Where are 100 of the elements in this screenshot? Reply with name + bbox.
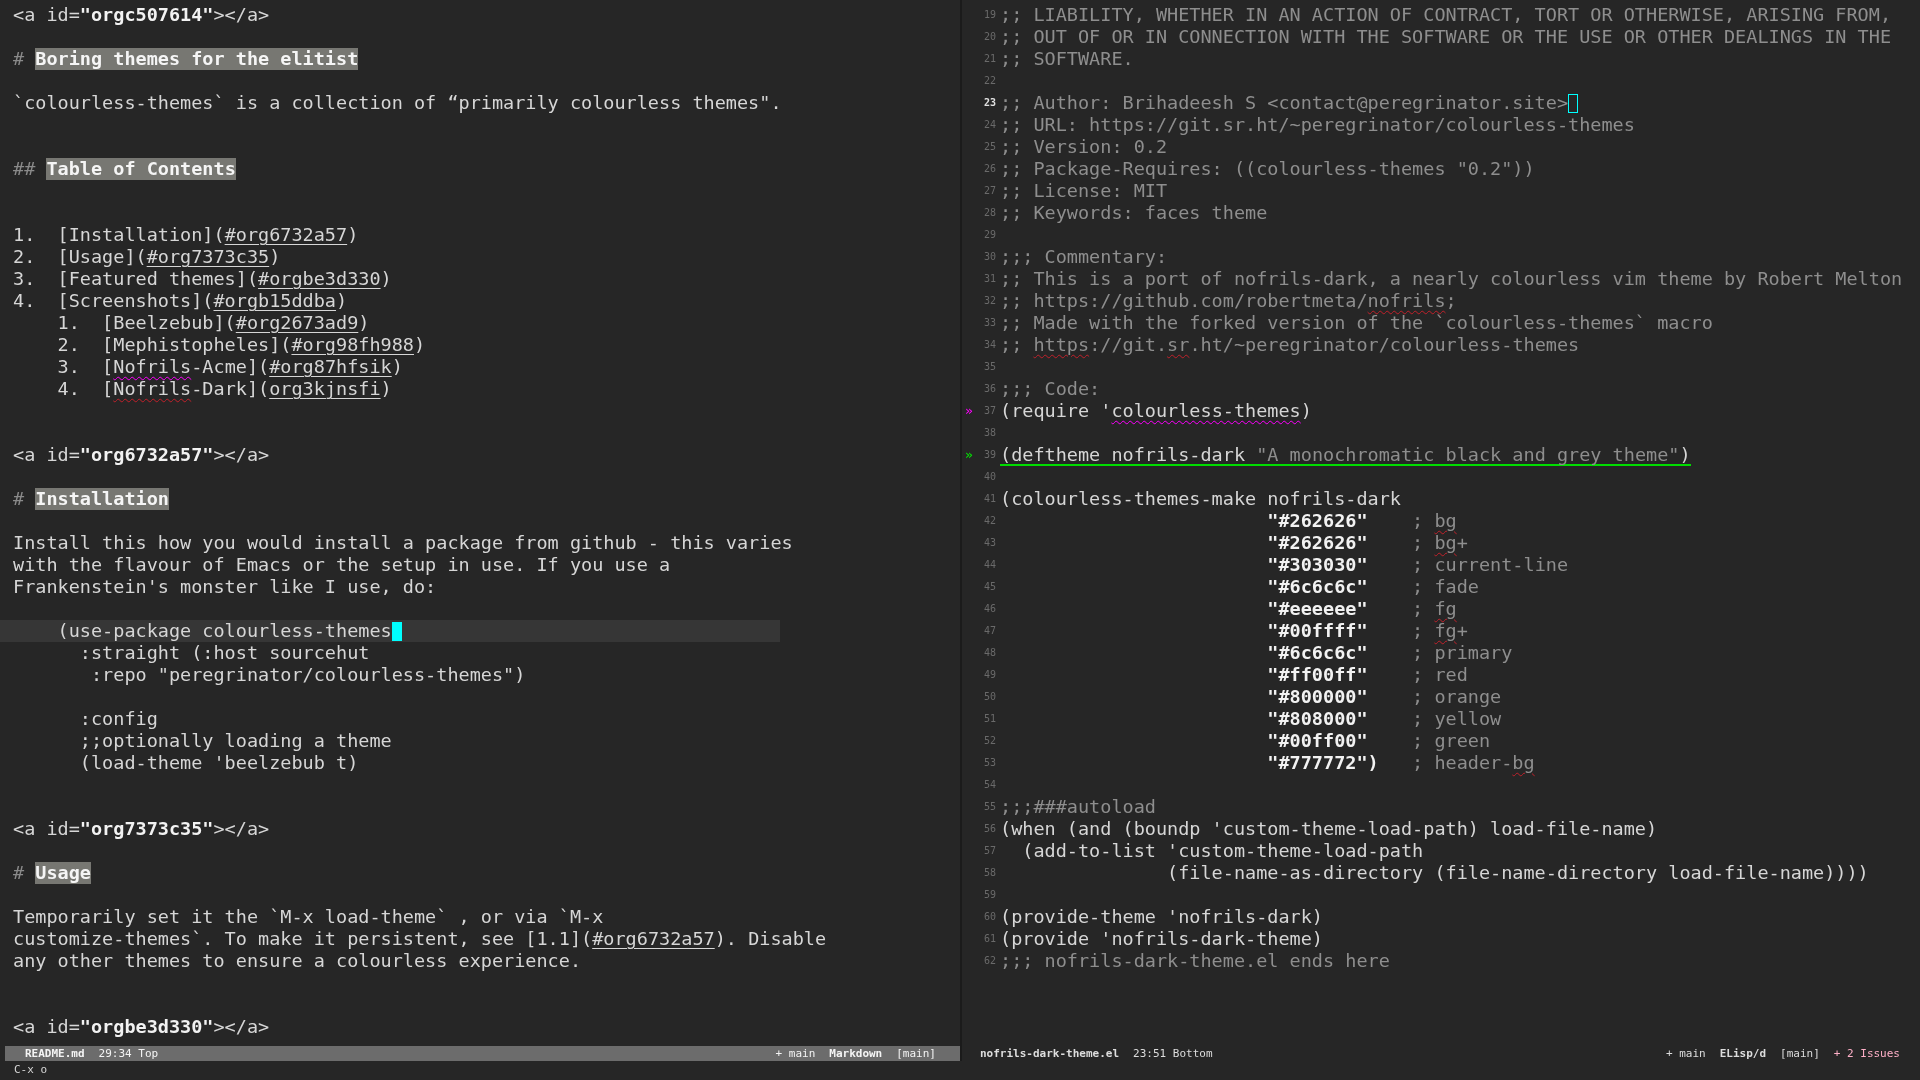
line-number: 21	[982, 52, 996, 66]
link[interactable]: #org2673ad9	[235, 312, 359, 334]
link[interactable]: #orgbe3d330	[258, 268, 381, 290]
text-span: -Acme](	[191, 356, 270, 378]
text-line: (when (and (boundp 'custom-theme-load-path) load-file-name)	[1000, 818, 1658, 840]
text-line: ;; SOFTWARE.	[1000, 48, 1134, 70]
text-line: "#6c6c6c" ; fade	[1266, 576, 1479, 598]
text-line: (provide 'nofrils-dark-theme)	[1000, 928, 1323, 950]
text-line: Install this how you would install a package from github - this varies	[13, 532, 793, 554]
line-number: 33	[982, 316, 996, 330]
heading-mark: #	[13, 48, 26, 70]
fringe-marker: »	[964, 446, 974, 464]
heading-mark: ##	[13, 158, 37, 180]
line-number: 61	[982, 932, 996, 946]
text-line: ;;optionally loading a theme	[78, 730, 392, 752]
text-line: (add-to-list 'custom-theme-load-path	[1021, 840, 1424, 862]
line-number: 52	[982, 734, 996, 748]
line-number: 24	[982, 118, 996, 132]
line-number: 41	[982, 492, 996, 506]
text-line: "#00ff00" ; green	[1266, 730, 1491, 752]
text-line: "#00ffff" ; fg+	[1266, 620, 1468, 642]
line-number: 32	[982, 294, 996, 308]
text-line: (deftheme nofrils-dark "A monochromatic black and grey theme")	[1000, 444, 1691, 466]
text-line: Temporarily set it the `M-x load-theme` , or via `M-x	[13, 906, 604, 928]
text-line: "#eeeeee" ; fg	[1266, 598, 1457, 620]
text-span: (use-package colourless-themes	[56, 620, 392, 642]
text-line: (load-theme 'beelzebub t)	[78, 752, 359, 774]
text-span: )	[391, 356, 403, 378]
text-line: <a id="orgc507614"></a>	[13, 4, 270, 26]
text-span: 2. [Usage](	[13, 246, 147, 268]
text-line: `colourless-themes` is a collection of “primarily colourless themes".	[13, 92, 782, 114]
link[interactable]: #org7373c35	[146, 246, 270, 268]
text-span: )	[358, 312, 370, 334]
mode-line-text: 23:51 Bottom	[1133, 1047, 1213, 1060]
line-number: 27	[982, 184, 996, 198]
text-line: ;; License: MIT	[1000, 180, 1168, 202]
line-number: 47	[982, 624, 996, 638]
line-number: 50	[982, 690, 996, 704]
line-number: 23	[982, 96, 996, 110]
text-line: (provide-theme 'nofrils-dark)	[1000, 906, 1323, 928]
link[interactable]: org3kjnsfi	[269, 378, 381, 400]
line-number: 40	[982, 470, 996, 484]
text-line: ;; https://github.com/robertmeta/nofrils;	[1000, 290, 1457, 312]
line-number: 25	[982, 140, 996, 154]
text-line: "#6c6c6c" ; primary	[1266, 642, 1513, 664]
text-line: ;;; Code:	[1000, 378, 1101, 400]
line-number: 37	[982, 404, 996, 418]
text-span: Nofrils	[113, 356, 192, 378]
mode-line-text: + main	[775, 1047, 816, 1060]
line-number: 31	[982, 272, 996, 286]
text-line: :straight (:host sourcehut	[78, 642, 370, 664]
text-span: -Dark](	[191, 378, 270, 400]
line-number: 58	[982, 866, 996, 880]
link[interactable]: #org98fh988	[291, 334, 414, 356]
mode-line-text: nofrils-dark-theme.el	[980, 1047, 1120, 1060]
line-number: 43	[982, 536, 996, 550]
text-line: ;; Version: 0.2	[1000, 136, 1168, 158]
link[interactable]: #org87hfsik	[269, 356, 392, 378]
heading-mark: #	[13, 488, 26, 510]
line-number: 62	[982, 954, 996, 968]
text-line: ;; Keywords: faces theme	[1000, 202, 1268, 224]
text-line: :repo "peregrinator/colourless-themes")	[89, 664, 526, 686]
text-span: )	[336, 290, 348, 312]
line-number: 55	[982, 800, 996, 814]
mode-line-text: ELisp/d	[1719, 1047, 1766, 1060]
text-line: <a id="org7373c35"></a>	[13, 818, 270, 840]
line-number: 45	[982, 580, 996, 594]
line-number: 42	[982, 514, 996, 528]
line-number: 39	[982, 448, 996, 462]
text-span: )	[347, 224, 359, 246]
mode-line-text: + main	[1665, 1047, 1706, 1060]
line-number: 48	[982, 646, 996, 660]
echo-area-text: C-x o	[13, 1062, 49, 1078]
line-number: 19	[982, 8, 996, 22]
line-number: 44	[982, 558, 996, 572]
text-line: ;; Package-Requires: ((colourless-themes "0.2"))	[1000, 158, 1535, 180]
mode-line-text: Markdown	[829, 1047, 883, 1060]
line-number: 26	[982, 162, 996, 176]
text-line: any other themes to ensure a colourless experience.	[13, 950, 582, 972]
text-span: customize-themes`. To make it persistent, see [1.1](	[13, 928, 593, 950]
text-line: "#808000" ; yellow	[1266, 708, 1502, 730]
heading-text: Boring themes for the elitist	[35, 48, 359, 70]
mode-line-text: 29:34 Top	[98, 1047, 159, 1060]
text-span: )	[380, 268, 392, 290]
text-line: "#262626" ; bg	[1266, 510, 1457, 532]
line-number: 54	[982, 778, 996, 792]
link[interactable]: #org6732a57	[224, 224, 348, 246]
mode-line-text: [main]	[1780, 1047, 1820, 1060]
text-line: :config	[78, 708, 158, 730]
text-span: 1. [Installation](	[13, 224, 225, 246]
text-line: "#ff00ff" ; red	[1266, 664, 1468, 686]
mode-line-text: + 2 Issues	[1833, 1047, 1900, 1060]
text-span: )	[269, 246, 281, 268]
link[interactable]: #org6732a57	[592, 928, 715, 950]
link[interactable]: #orgb15ddba	[213, 290, 336, 312]
text-line: (colourless-themes-make nofrils-dark	[1000, 488, 1401, 510]
text-line: "#800000" ; orange	[1266, 686, 1502, 708]
line-number: 38	[982, 426, 996, 440]
mode-line-text: README.md	[25, 1047, 85, 1060]
line-number: 20	[982, 30, 996, 44]
